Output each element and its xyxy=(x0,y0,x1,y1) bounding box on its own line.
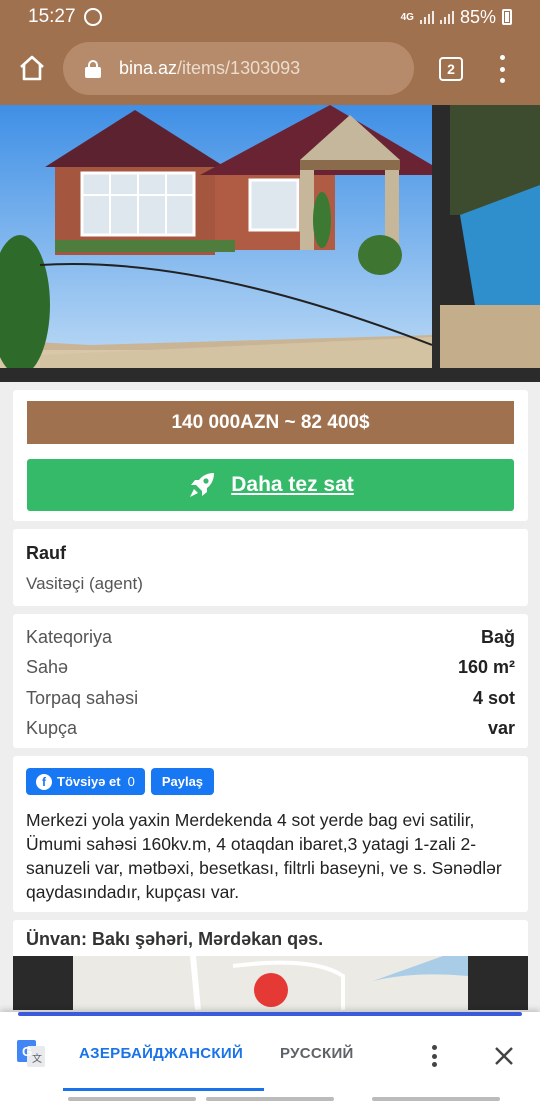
property-key: Sahə xyxy=(26,657,69,678)
lock-icon xyxy=(85,59,101,78)
address-text: Ünvan: Bakı şəhəri, Mərdəkan qəs. xyxy=(26,929,324,949)
price-card: 140 000AZN ~ 82 400$ Daha tez sat xyxy=(13,390,528,521)
browser-toolbar: bina.az/items/1303093 2 xyxy=(0,34,540,105)
property-value: 160 m² xyxy=(457,657,515,678)
description-card: f Tövsiyə et 0 Paylaş Merkezi yola yaxin… xyxy=(13,756,528,912)
location-map[interactable] xyxy=(13,956,528,1010)
url-text: bina.az/items/1303093 xyxy=(119,58,300,79)
listing-description: Merkezi yola yaxin Merdekenda 4 sot yerd… xyxy=(26,810,502,902)
home-icon[interactable] xyxy=(18,54,46,82)
tab-source-language[interactable]: АЗЕРБАЙДЖАНСКИЙ xyxy=(79,1045,243,1062)
photo-gallery[interactable] xyxy=(0,105,540,382)
facebook-icon: f xyxy=(36,773,52,790)
property-key: Kateqoriya xyxy=(26,626,113,647)
facebook-recommend-button[interactable]: f Tövsiyə et 0 xyxy=(26,768,145,795)
recommend-count: 0 xyxy=(127,774,135,789)
property-value: var xyxy=(487,718,515,739)
translate-more-icon[interactable] xyxy=(431,1045,437,1067)
browser-menu-button[interactable] xyxy=(498,55,506,83)
property-value: Bağ xyxy=(480,626,515,647)
property-key: Torpaq sahəsi xyxy=(26,687,139,708)
status-time: 15:27 xyxy=(28,6,76,27)
property-row: Kateqoriya Bağ xyxy=(26,622,515,653)
property-value: 4 sot xyxy=(472,687,515,708)
whatsapp-icon xyxy=(83,8,102,26)
properties-card: Kateqoriya Bağ Sahə 160 m² Torpaq sahəsi… xyxy=(13,614,528,748)
svg-text:G: G xyxy=(22,1044,32,1059)
facebook-share-button[interactable]: Paylaş xyxy=(150,768,215,795)
listing-photo-next[interactable] xyxy=(440,105,540,368)
battery-icon xyxy=(502,9,512,25)
owner-name: Rauf xyxy=(26,543,66,563)
price-label: 140 000AZN ~ 82 400$ xyxy=(27,401,514,444)
close-icon[interactable] xyxy=(493,1045,515,1067)
url-host: bina.az xyxy=(119,58,178,78)
tab-target-language[interactable]: РУССКИЙ xyxy=(280,1045,354,1062)
property-key: Kupça xyxy=(26,718,78,739)
property-row: Torpaq sahəsi 4 sot xyxy=(26,683,515,714)
svg-text:文: 文 xyxy=(32,1052,42,1065)
battery-percent: 85% xyxy=(459,6,496,27)
signal-icon-2 xyxy=(439,10,454,24)
address-bar[interactable]: bina.az/items/1303093 xyxy=(63,42,414,95)
status-bar: 15:27 4G 85% xyxy=(0,0,540,34)
recommend-label: Tövsiyə et xyxy=(57,774,121,789)
gesture-nav-bar xyxy=(0,1097,540,1110)
signal-icon xyxy=(419,10,434,24)
translate-accent-line xyxy=(18,1012,522,1016)
status-indicators: 4G 85% xyxy=(401,7,512,28)
active-tab-indicator xyxy=(63,1088,264,1091)
tab-switcher-button[interactable]: 2 xyxy=(439,57,463,81)
map-pin-icon xyxy=(254,973,288,1007)
sell-faster-label: Daha tez sat xyxy=(231,473,354,496)
owner-role: Vasitəçi (agent) xyxy=(26,574,143,593)
property-row: Sahə 160 m² xyxy=(26,653,515,684)
google-translate-icon: G 文 xyxy=(17,1040,45,1067)
listing-photo-main[interactable] xyxy=(0,105,432,368)
sell-faster-button[interactable]: Daha tez sat xyxy=(27,459,514,511)
network-type: 4G xyxy=(400,11,414,23)
rocket-icon xyxy=(190,473,215,497)
owner-card: Rauf Vasitəçi (agent) xyxy=(13,529,528,606)
address-card: Ünvan: Bakı şəhəri, Mərdəkan qəs. xyxy=(13,920,528,1010)
translate-bar: G 文 АЗЕРБАЙДЖАНСКИЙ РУССКИЙ xyxy=(0,1012,540,1110)
url-path: /items/1303093 xyxy=(177,58,301,78)
social-buttons: f Tövsiyə et 0 Paylaş xyxy=(26,768,515,795)
property-row: Kupça var xyxy=(26,714,515,745)
